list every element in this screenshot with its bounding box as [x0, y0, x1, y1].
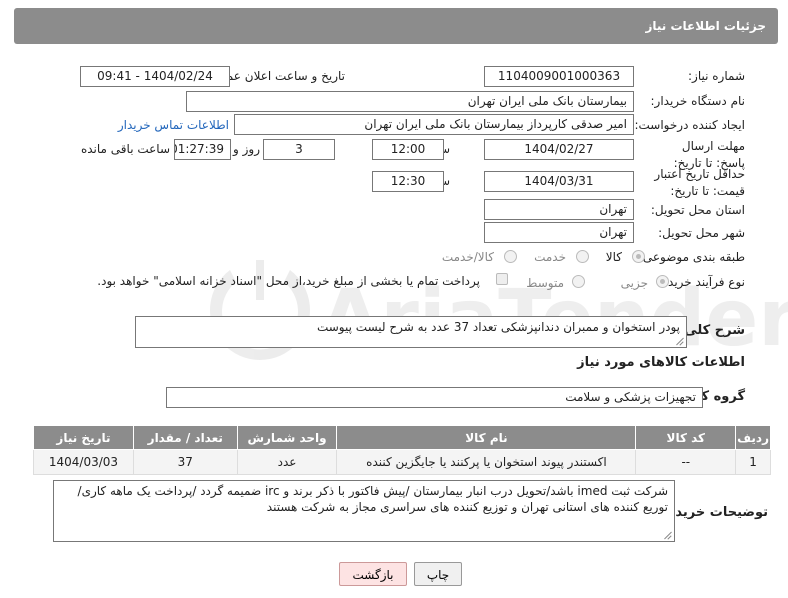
category-radio-goods-service[interactable]	[504, 250, 517, 263]
process-label: نوع فرآیند خرید :	[660, 275, 745, 289]
col-name: نام کالا	[336, 425, 637, 450]
remaining-time-field: 01:27:39	[174, 139, 231, 160]
days-label: روز و	[233, 142, 260, 156]
buyer-org-field: بیمارستان بانک ملی ایران تهران	[186, 91, 634, 112]
buyer-notes-text: شرکت ثبت imed باشد/تحویل درب انبار بیمار…	[77, 484, 668, 514]
category-option-service: خدمت	[534, 250, 566, 264]
treasury-checkbox[interactable]	[496, 273, 508, 285]
process-option-medium: متوسط	[526, 276, 564, 290]
category-option-goods-service: کالا/خدمت	[441, 250, 494, 264]
goods-table-header: ردیف کد کالا نام کالا واحد شمارش تعداد /…	[33, 425, 771, 450]
creator-field: امیر صدقی کارپرداز بیمارستان بانک ملی ای…	[234, 114, 634, 135]
province-field: تهران	[484, 199, 634, 220]
goods-group-field: تجهیزات پزشکی و سلامت	[166, 387, 703, 408]
panel-title: جزئیات اطلاعات نیاز	[645, 19, 766, 33]
cell-date: 1404/03/03	[33, 449, 134, 475]
category-radio-goods[interactable]	[632, 250, 645, 263]
cell-qty: 37	[132, 449, 238, 475]
panel-header: جزئیات اطلاعات نیاز	[14, 8, 778, 44]
buyer-org-label: نام دستگاه خریدار:	[650, 94, 746, 108]
cell-row: 1	[735, 449, 771, 475]
col-qty: تعداد / مقدار	[132, 425, 238, 450]
process-radio-medium[interactable]	[572, 275, 585, 288]
payment-note: پرداخت تمام یا بخشی از مبلغ خرید،از محل …	[97, 274, 480, 288]
need-number-label: شماره نیاز:	[688, 69, 745, 83]
city-label: شهر محل تحویل:	[658, 226, 745, 240]
process-option-minor: جزیی	[620, 276, 648, 290]
col-code: کد کالا	[635, 425, 737, 450]
print-button[interactable]: چاپ	[414, 562, 462, 586]
table-row: 1 -- اکستندر پیوند استخوان یا پرکنند یا …	[33, 449, 771, 475]
remaining-label: ساعت باقی مانده	[80, 142, 170, 156]
cell-code: --	[635, 449, 737, 475]
buyer-notes-field[interactable]: شرکت ثبت imed باشد/تحویل درب انبار بیمار…	[53, 480, 675, 542]
category-radio-service[interactable]	[576, 250, 589, 263]
resize-handle[interactable]	[675, 337, 683, 345]
validity-date-field: 1404/03/31	[484, 171, 634, 192]
col-unit: واحد شمارش	[236, 425, 338, 450]
city-field: تهران	[484, 222, 634, 243]
process-radio-minor[interactable]	[656, 275, 669, 288]
category-option-goods: کالا	[605, 250, 622, 264]
back-button[interactable]: بازگشت	[339, 562, 407, 586]
need-number-field: 1104009001000363	[484, 66, 634, 87]
resize-handle[interactable]	[663, 531, 671, 539]
buyer-contact-link[interactable]: اطلاعات تماس خریدار	[118, 118, 229, 132]
days-field: 3	[263, 139, 335, 160]
province-label: استان محل تحویل:	[650, 203, 745, 217]
col-row: ردیف	[735, 425, 771, 450]
reply-date-field: 1404/02/27	[484, 139, 634, 160]
reply-time-field: 12:00	[372, 139, 444, 160]
category-label: طبقه بندی موضوعی:	[638, 250, 745, 264]
cell-unit: عدد	[236, 449, 338, 475]
announce-field: 1404/02/24 - 09:41	[80, 66, 230, 87]
creator-label: ایجاد کننده درخواست:	[634, 118, 745, 132]
col-date: تاریخ نیاز	[33, 425, 134, 450]
goods-table: ردیف کد کالا نام کالا واحد شمارش تعداد /…	[33, 425, 771, 475]
goods-section-title: اطلاعات کالاهای مورد نیاز	[577, 355, 745, 370]
validity-time-field: 12:30	[372, 171, 444, 192]
description-text: پودر استخوان و ممبران دندانپزشکی تعداد 3…	[316, 320, 680, 334]
cell-name: اکستندر پیوند استخوان یا پرکنند یا جایگز…	[336, 449, 637, 475]
validity-label: حداقل تاریخ اعتبار قیمت: تا تاریخ:	[654, 167, 745, 198]
description-field[interactable]: پودر استخوان و ممبران دندانپزشکی تعداد 3…	[135, 316, 687, 348]
